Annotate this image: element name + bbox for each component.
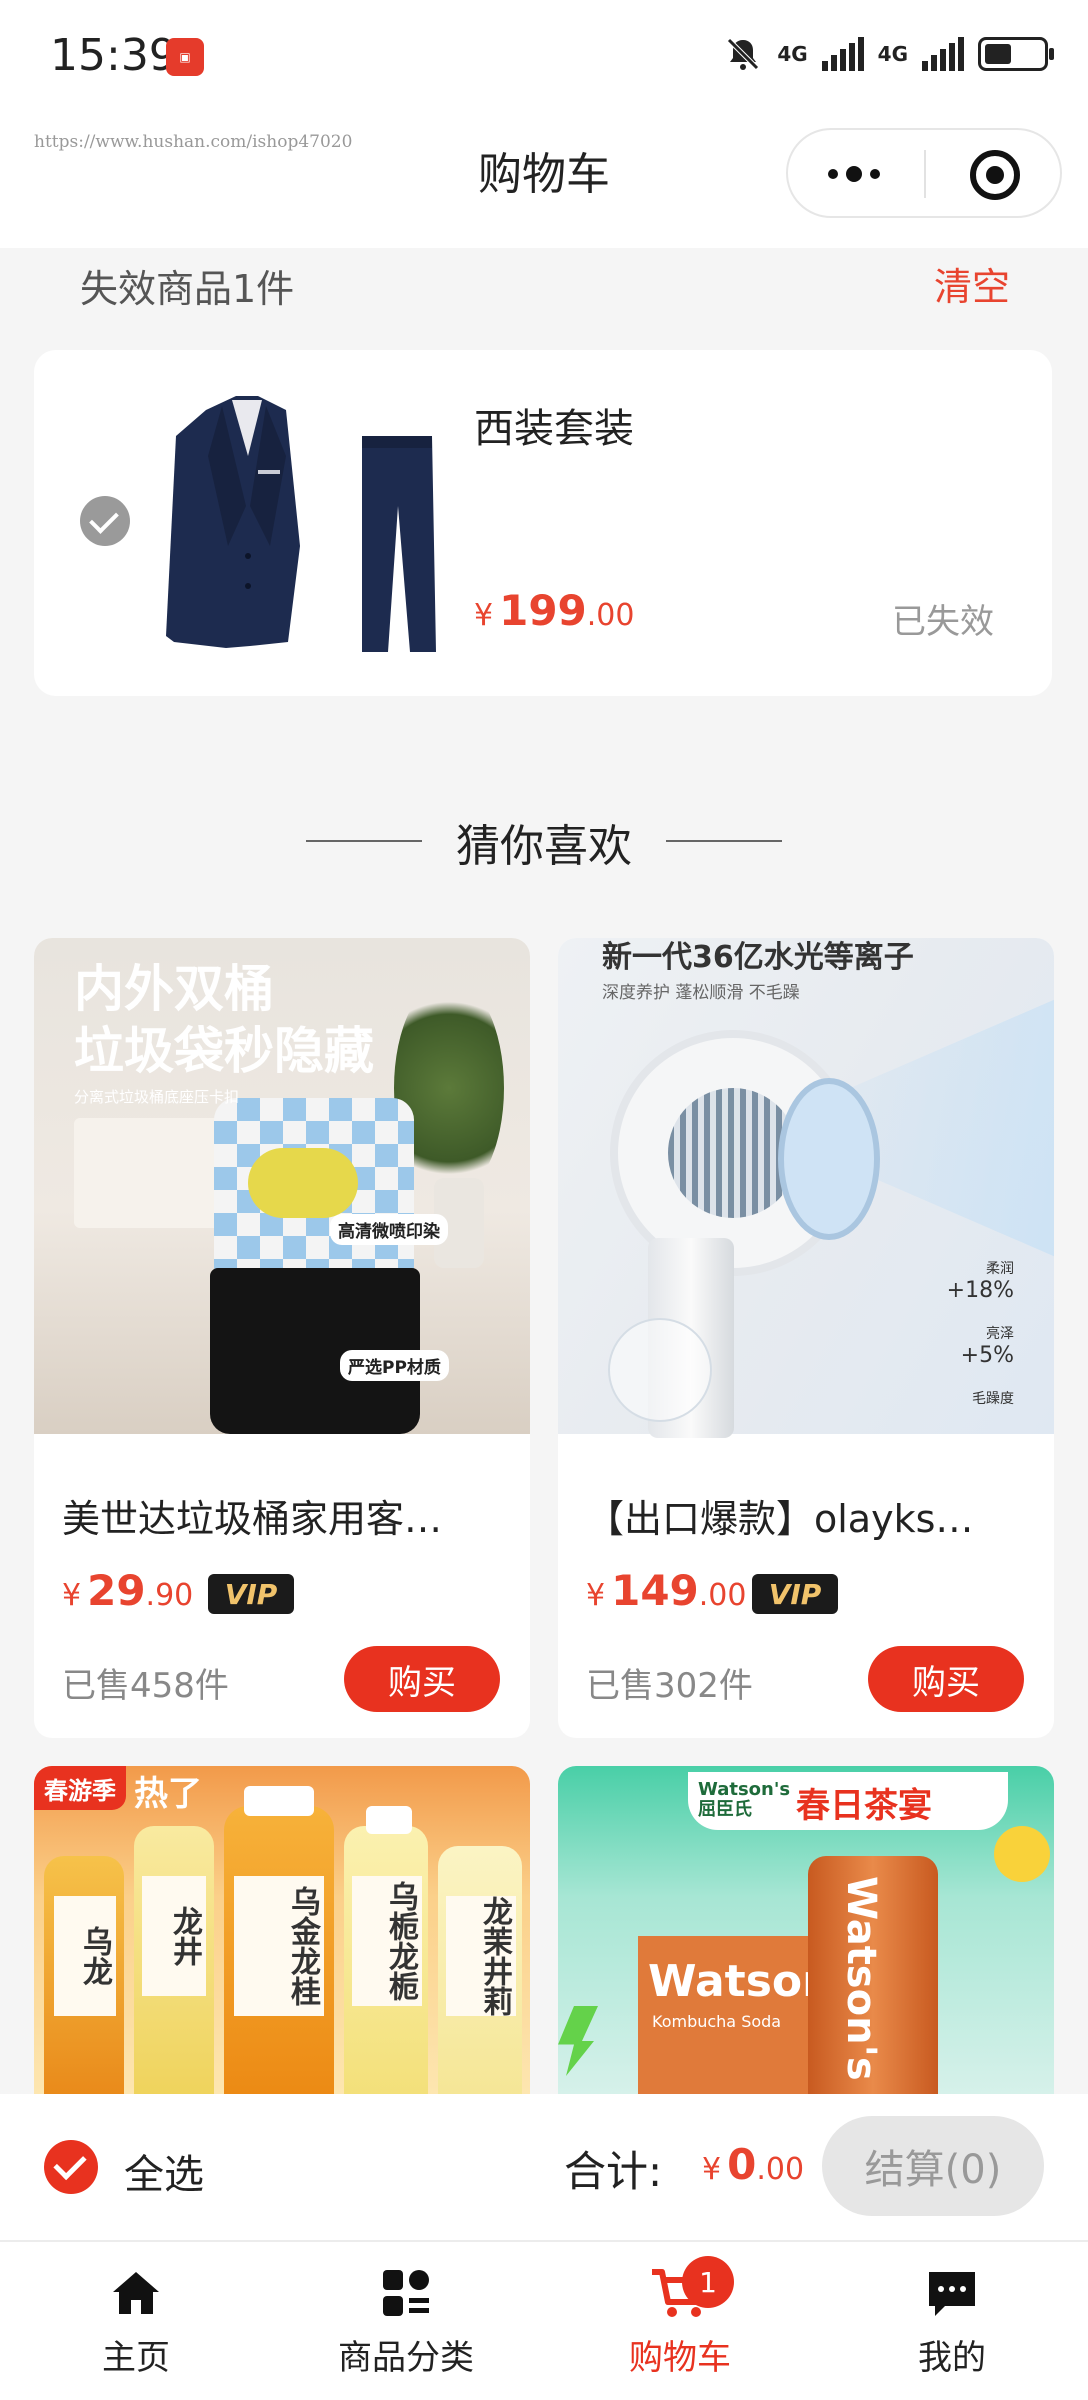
recommend-title: 猜你喜欢 <box>456 821 632 872</box>
signal-icon-1 <box>821 37 864 71</box>
product-image-hair-dryer[interactable]: 新一代36亿水光等离子 深度养护 蓬松顺滑 不毛躁 柔润 +18% 亮泽 +5%… <box>558 938 1054 1438</box>
sold-count: 已售458件 <box>62 1666 229 1706</box>
product-image-trash-can[interactable]: 内外双桶 垃圾袋秒隐藏 分离式垃圾桶底座压卡扣 高清微喷印染 严选PP材质 <box>34 938 530 1434</box>
sold-count: 已售302件 <box>586 1666 753 1706</box>
network-label-1: 4G <box>777 42 808 66</box>
total-label: 合计: <box>564 2147 663 2196</box>
invalid-item-price: ¥ 199 .00 <box>474 586 635 635</box>
img-title: 新一代36亿水光等离子 <box>602 940 914 975</box>
img-title-line1: 内外双桶 <box>74 960 274 1018</box>
bottle-label-2: 龙井 <box>142 1876 206 1996</box>
tab-bar: 主页 商品分类 购物车 我的 <box>0 2240 1088 2400</box>
stat-1-value: +18% <box>946 1278 1014 1303</box>
tab-category[interactable]: 商品分类 <box>306 2266 506 2379</box>
divider-right <box>666 840 782 842</box>
bottle-label-4: 乌栀龙栀 <box>352 1876 422 2006</box>
product-image-kombucha[interactable]: Watson's 屈臣氏 春日茶宴 Watsor Kombucha Soda W… <box>558 1766 1054 2094</box>
bottle-label-5: 龙茉井莉 <box>446 1896 516 2016</box>
tab-mine[interactable]: 我的 <box>852 2266 1052 2379</box>
product-can: Watson's <box>808 1856 938 2094</box>
stat-1-label: 柔润 <box>986 1261 1014 1277</box>
product-card[interactable]: 春游季 热了 乌龙 龙井 乌金龙桂 乌栀龙栀 龙茉井莉 <box>34 1766 530 2094</box>
tab-category-label: 商品分类 <box>338 2338 474 2378</box>
status-time: 15:39 <box>50 30 177 81</box>
total-price: ¥ 0 .00 <box>702 2140 805 2189</box>
vip-badge: VIP <box>752 1574 838 1614</box>
select-all-checkbox[interactable] <box>44 2140 98 2194</box>
battery-icon <box>978 37 1054 71</box>
stat-2-value: +5% <box>960 1343 1014 1368</box>
product-price: ¥ 149 .00 <box>586 1566 747 1615</box>
tab-mine-label: 我的 <box>918 2338 986 2378</box>
stat-3-label: 毛躁度 <box>972 1391 1014 1407</box>
checkout-button[interactable]: 结算(0) <box>822 2116 1044 2216</box>
category-icon <box>383 2270 429 2316</box>
product-image-tea-drinks[interactable]: 春游季 热了 乌龙 龙井 乌金龙桂 乌栀龙栀 龙茉井莉 <box>34 1766 530 2094</box>
tab-cart[interactable]: 购物车 <box>580 2266 780 2379</box>
network-label-2: 4G <box>877 42 908 66</box>
bottle-label-3: 乌金龙桂 <box>234 1876 324 2016</box>
product-card[interactable]: Watson's 屈臣氏 春日茶宴 Watsor Kombucha Soda W… <box>558 1766 1054 2094</box>
img-subtitle: 深度养护 蓬松顺滑 不毛躁 <box>602 983 800 1003</box>
miniprogram-capsule <box>786 128 1062 218</box>
status-indicators: 4G 4G <box>723 34 1054 74</box>
can-text: Watson's <box>838 1876 884 2081</box>
mute-bell-icon <box>727 38 760 70</box>
img-subtitle: 分离式垃圾桶底座压卡扣 <box>74 1088 240 1106</box>
buy-button[interactable]: 购买 <box>344 1646 500 1712</box>
box-subtext: Kombucha Soda <box>652 2012 782 2031</box>
app-notification-icon: ▣ <box>166 38 204 76</box>
select-all-label[interactable]: 全选 <box>124 2142 204 2200</box>
stat-2-label: 亮泽 <box>986 1326 1014 1342</box>
img-title: 春日茶宴 <box>796 1786 932 1826</box>
img-tag-2: 热了 <box>134 1774 202 1814</box>
item-checkbox-disabled <box>80 496 130 546</box>
invalid-item-name[interactable]: 西装套装 <box>474 396 634 454</box>
img-tag: 春游季 <box>34 1766 126 1810</box>
bottle-label-1: 乌龙 <box>54 1896 116 2016</box>
product-name[interactable]: 【出口爆款】olayks… <box>586 1488 973 1543</box>
img-title-line2: 垃圾袋秒隐藏 <box>74 1022 374 1080</box>
img-feature-1: 高清微喷印染 <box>330 1214 448 1245</box>
tab-home-label: 主页 <box>102 2338 170 2378</box>
tab-cart-label: 购物车 <box>629 2338 731 2378</box>
img-feature-2: 严选PP材质 <box>340 1350 449 1381</box>
product-card[interactable]: 新一代36亿水光等离子 深度养护 蓬松顺滑 不毛躁 柔润 +18% 亮泽 +5%… <box>558 938 1054 1738</box>
product-card[interactable]: 内外双桶 垃圾袋秒隐藏 分离式垃圾桶底座压卡扣 高清微喷印染 严选PP材质 美世… <box>34 938 530 1738</box>
clear-invalid-button[interactable]: 清空 <box>934 256 1010 311</box>
product-price: ¥ 29 .90 <box>62 1566 194 1615</box>
product-name[interactable]: 美世达垃圾桶家用客… <box>62 1488 442 1543</box>
invalid-status-label: 已失效 <box>892 602 994 642</box>
tab-home[interactable]: 主页 <box>36 2266 236 2379</box>
signal-icon-2 <box>922 37 964 71</box>
suit-product-image[interactable] <box>166 396 436 652</box>
box-text: Watsor <box>648 1956 824 2007</box>
more-icon[interactable] <box>828 166 880 182</box>
img-brand: Watson's 屈臣氏 <box>698 1779 791 1820</box>
vip-badge: VIP <box>208 1574 294 1614</box>
cart-badge: 1 <box>682 2256 734 2308</box>
invalid-items-title: 失效商品1件 <box>80 267 295 311</box>
close-miniprogram-icon[interactable] <box>970 150 1020 200</box>
home-icon <box>113 2272 159 2314</box>
message-icon <box>929 2272 975 2316</box>
buy-button[interactable]: 购买 <box>868 1646 1024 1712</box>
